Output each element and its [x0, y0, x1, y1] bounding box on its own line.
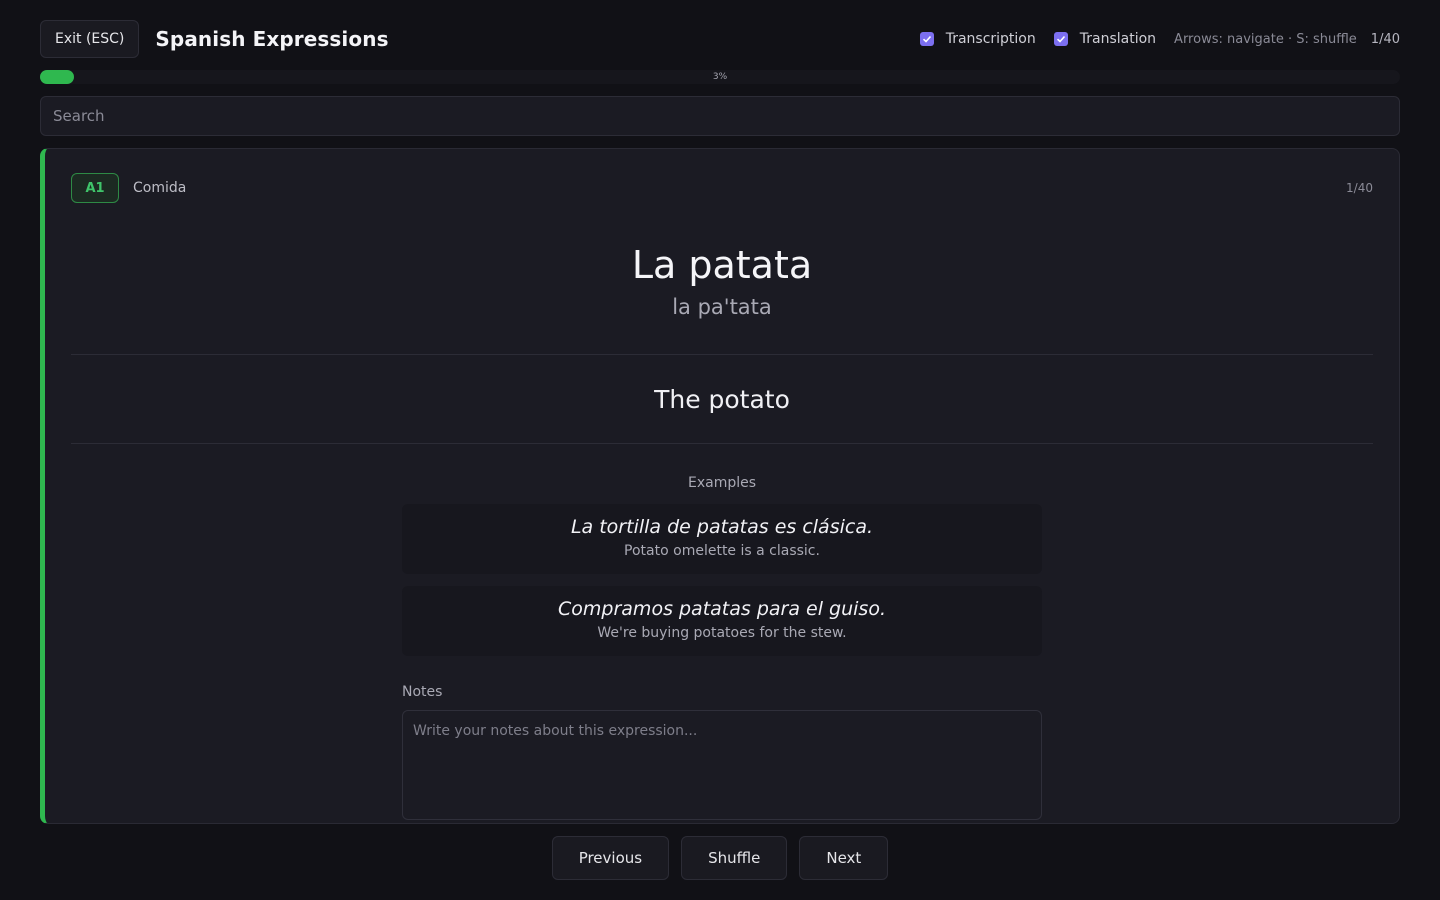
previous-button[interactable]: Previous: [551, 836, 670, 880]
example-item: Compramos patatas para el guiso. We're b…: [402, 586, 1042, 656]
example-spanish: Compramos patatas para el guiso.: [558, 598, 886, 620]
transcription-toggle[interactable]: Transcription: [919, 31, 1036, 47]
progress-percent: 3%: [712, 72, 728, 82]
card-counter: 1/40: [1346, 181, 1373, 195]
example-english: We're buying potatoes for the stew.: [597, 625, 847, 641]
example-english: Potato omelette is a classic.: [624, 543, 820, 559]
notes-label: Notes: [402, 684, 443, 700]
progress-counter: 1/40: [1370, 31, 1400, 47]
top-controls: Transcription Translation Arrows: naviga…: [902, 31, 1400, 47]
next-button[interactable]: Next: [799, 836, 889, 880]
checkbox-checked-icon[interactable]: [1053, 32, 1068, 46]
divider: [71, 354, 1373, 355]
checkbox-checked-icon[interactable]: [919, 32, 934, 46]
translation-toggle-label: Translation: [1079, 31, 1157, 47]
keyboard-hint: Arrows: navigate · S: shuffle: [1174, 31, 1357, 47]
examples-heading: Examples: [687, 475, 757, 491]
example-item: La tortilla de patatas es clásica. Potat…: [402, 504, 1042, 574]
expression-translation: The potato: [654, 385, 790, 414]
search-input[interactable]: [40, 96, 1400, 136]
exit-button[interactable]: Exit (ESC): [40, 20, 140, 58]
page-title: Spanish Expressions: [155, 27, 389, 51]
expression-card: A1 Comida 1/40 La patata la pa'tata The …: [40, 148, 1400, 824]
shuffle-button[interactable]: Shuffle: [681, 836, 788, 880]
category-label: Comida: [133, 180, 187, 196]
bottom-navigation: Previous Shuffle Next: [0, 836, 1440, 880]
card-header: A1 Comida 1/40: [71, 172, 1373, 204]
top-bar: Exit (ESC) Spanish Expressions Transcrip…: [40, 20, 1400, 58]
example-spanish: La tortilla de patatas es clásica.: [570, 516, 874, 538]
expression-transcription: la pa'tata: [672, 295, 772, 319]
translation-toggle[interactable]: Translation: [1053, 31, 1157, 47]
notes-textarea[interactable]: [402, 710, 1042, 820]
progress-bar: 3%: [40, 70, 1400, 84]
transcription-toggle-label: Transcription: [945, 31, 1036, 47]
level-badge: A1: [71, 173, 119, 203]
divider: [71, 443, 1373, 444]
expression-phrase: La patata: [631, 243, 813, 287]
